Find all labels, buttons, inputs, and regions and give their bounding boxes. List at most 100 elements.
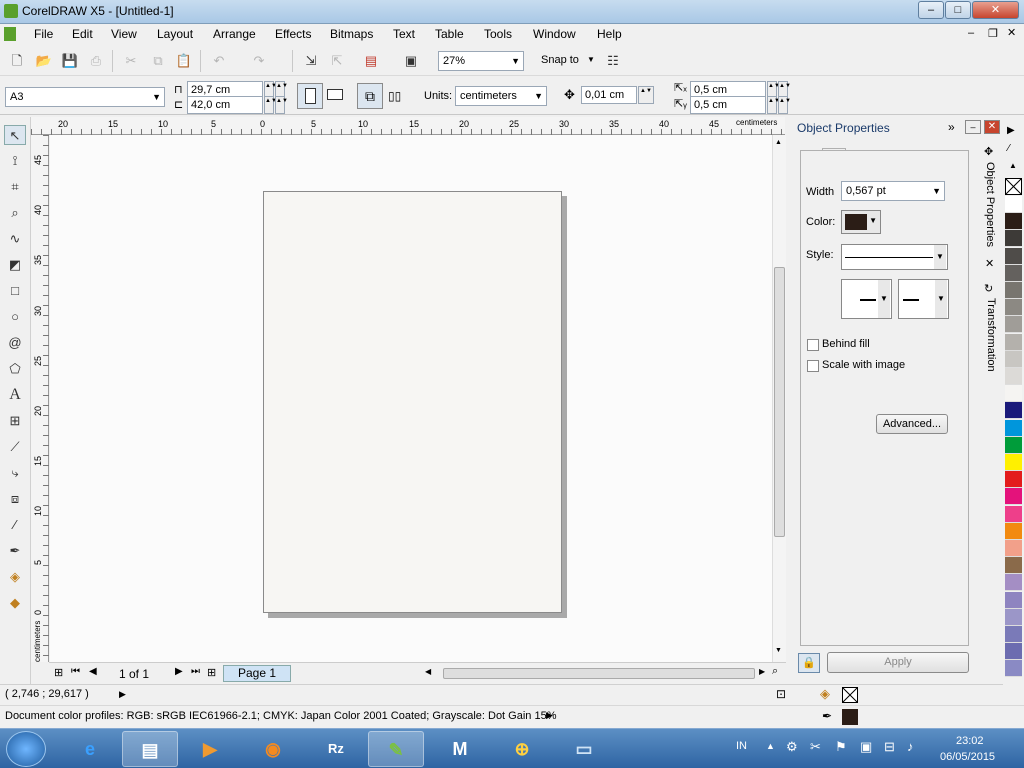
color-swatch[interactable] — [1005, 196, 1022, 213]
doc-close-icon[interactable]: ✕ — [1007, 26, 1016, 39]
snap-to-button[interactable]: Snap to — [541, 54, 579, 66]
blend-tool-icon[interactable]: ⧈ — [4, 489, 26, 509]
media-player-icon[interactable]: ▶ — [182, 731, 238, 767]
crop-tool-icon[interactable]: ⌗ — [4, 177, 26, 197]
duplicate-y-stepper[interactable]: ▲▼ — [778, 96, 791, 114]
horizontal-scroll-thumb[interactable] — [443, 668, 755, 679]
basic-shapes-tool-icon[interactable]: ⬠ — [4, 359, 26, 379]
advanced-button[interactable]: Advanced... — [876, 414, 948, 434]
doc-minimize-icon[interactable]: – — [968, 27, 974, 39]
network-icon[interactable]: ⊟ — [884, 739, 895, 755]
start-button[interactable] — [6, 731, 46, 767]
razer-app-icon[interactable]: Rz — [308, 731, 364, 767]
tray-tool-icon[interactable]: ✂ — [810, 739, 821, 755]
scroll-thumb[interactable] — [774, 267, 785, 537]
firefox-icon[interactable]: ◉ — [245, 731, 301, 767]
vertical-scrollbar[interactable]: ▲ ▼ — [772, 135, 786, 662]
next-page-icon[interactable]: ▶ — [175, 666, 183, 677]
color-swatch[interactable] — [1005, 436, 1022, 454]
color-swatch[interactable] — [1005, 660, 1022, 678]
outline-color-swatch[interactable] — [842, 709, 858, 725]
nudge-distance-stepper[interactable]: ▲▼ — [638, 86, 654, 104]
color-swatch[interactable] — [1005, 505, 1022, 523]
color-swatch[interactable] — [1005, 402, 1022, 420]
copy-icon[interactable]: ⧉ — [149, 52, 167, 70]
color-swatch[interactable] — [1005, 316, 1022, 334]
all-pages-icon[interactable]: ⧉ — [357, 83, 383, 109]
m-app-icon[interactable]: M — [432, 731, 488, 767]
add-page-icon[interactable]: ⊞ — [54, 666, 63, 679]
tray-app-icon[interactable]: ⚙ — [786, 739, 798, 755]
color-swatch[interactable] — [1005, 488, 1022, 506]
close-button[interactable]: ✕ — [972, 1, 1019, 19]
clock-time[interactable]: 23:02 — [956, 735, 984, 747]
previous-page-icon[interactable]: ◀ — [89, 666, 97, 677]
vertical-ruler[interactable]: 45 40 35 30 25 20 15 10 5 0 centimeters — [31, 135, 49, 662]
menu-help[interactable]: Help — [597, 27, 622, 41]
paper-size-dropdown[interactable]: A3 ▼ — [5, 87, 165, 107]
docker-minimize-icon[interactable]: – — [965, 120, 981, 134]
menu-layout[interactable]: Layout — [157, 27, 193, 41]
object-properties-tab[interactable]: Object Properties — [984, 162, 996, 272]
color-swatch[interactable] — [1005, 282, 1022, 299]
color-swatch[interactable] — [1005, 608, 1022, 626]
eyedropper-tool-icon[interactable]: ⁄ — [4, 515, 26, 535]
volume-icon[interactable]: ♪ — [907, 739, 914, 754]
application-launcher-icon[interactable]: ▤ — [362, 52, 380, 70]
close-tab-icon[interactable]: ✕ — [985, 257, 994, 270]
page-height-stepper[interactable]: ▲▼ — [275, 96, 288, 114]
doc-restore-icon[interactable]: ❐ — [988, 27, 998, 40]
dimension-tool-icon[interactable]: ⟋ — [4, 437, 26, 457]
zoom-dropdown[interactable]: 27% ▼ — [438, 51, 524, 71]
color-swatch[interactable] — [1005, 471, 1022, 489]
color-swatch[interactable] — [1005, 574, 1022, 592]
new-document-icon[interactable]: 🗋 — [8, 52, 26, 70]
color-swatch[interactable] — [1005, 419, 1022, 437]
import-icon[interactable]: ⇲ — [302, 52, 320, 70]
scale-with-image-checkbox[interactable] — [807, 360, 819, 372]
color-swatch[interactable] — [1005, 557, 1022, 575]
color-swatch[interactable] — [1005, 522, 1022, 540]
smart-fill-tool-icon[interactable]: ◩ — [4, 255, 26, 275]
portrait-button[interactable] — [297, 83, 323, 109]
paste-icon[interactable]: 📋 — [175, 52, 193, 70]
notepad-icon[interactable]: ▭ — [556, 731, 612, 767]
print-icon[interactable]: ⎙ — [87, 52, 105, 70]
internet-explorer-icon[interactable]: e — [62, 731, 118, 767]
horizontal-ruler[interactable]: 20 15 10 5 0 5 10 15 20 25 30 35 40 45 c… — [31, 117, 785, 135]
menu-window[interactable]: Window — [533, 27, 576, 41]
landscape-icon[interactable] — [327, 89, 343, 100]
text-tool-icon[interactable]: A — [4, 385, 26, 405]
expand-chevron-icon[interactable]: ▶ — [119, 689, 126, 700]
add-page-after-icon[interactable]: ⊞ — [207, 666, 216, 679]
color-swatch[interactable] — [1005, 454, 1022, 471]
shape-tool-icon[interactable]: ⟟ — [4, 151, 26, 171]
ellipse-tool-icon[interactable]: ○ — [4, 307, 26, 327]
export-icon[interactable]: ⇱ — [328, 52, 346, 70]
color-swatch[interactable] — [1005, 213, 1022, 231]
options-icon[interactable]: ☷ — [604, 52, 622, 70]
color-swatch[interactable] — [1005, 368, 1022, 385]
start-arrowhead-dropdown[interactable]: ▼ — [841, 279, 892, 319]
menu-view[interactable]: View — [111, 27, 137, 41]
clock-date[interactable]: 06/05/2015 — [940, 751, 995, 763]
menu-tools[interactable]: Tools — [484, 27, 512, 41]
spiral-tool-icon[interactable]: @ — [4, 333, 26, 353]
menu-bitmaps[interactable]: Bitmaps — [330, 27, 373, 41]
zoom-tool-icon[interactable]: ⌕ — [4, 203, 26, 223]
current-page-icon[interactable]: ▯▯ — [388, 89, 401, 103]
network-app-icon[interactable]: ⊕ — [494, 731, 550, 767]
fill-swatch-none[interactable] — [842, 687, 858, 703]
scroll-right-icon[interactable]: ▶ — [759, 667, 765, 676]
undo-icon[interactable]: ↶ — [210, 52, 228, 70]
menu-effects[interactable]: Effects — [275, 27, 311, 41]
maximize-button[interactable]: □ — [945, 1, 971, 19]
coreldraw-taskbar-icon[interactable]: ✎ — [368, 731, 424, 767]
page-height-stepper[interactable]: ▲▼ — [264, 96, 277, 114]
rectangle-tool-icon[interactable]: □ — [4, 281, 26, 301]
color-proof-icon[interactable]: ⊡ — [776, 687, 786, 701]
snap-to-chevron-down-icon[interactable]: ▼ — [587, 55, 595, 64]
apply-button[interactable]: Apply — [827, 652, 969, 673]
color-swatch[interactable] — [1005, 230, 1022, 248]
pick-tool-icon[interactable]: ↖ — [4, 125, 26, 145]
